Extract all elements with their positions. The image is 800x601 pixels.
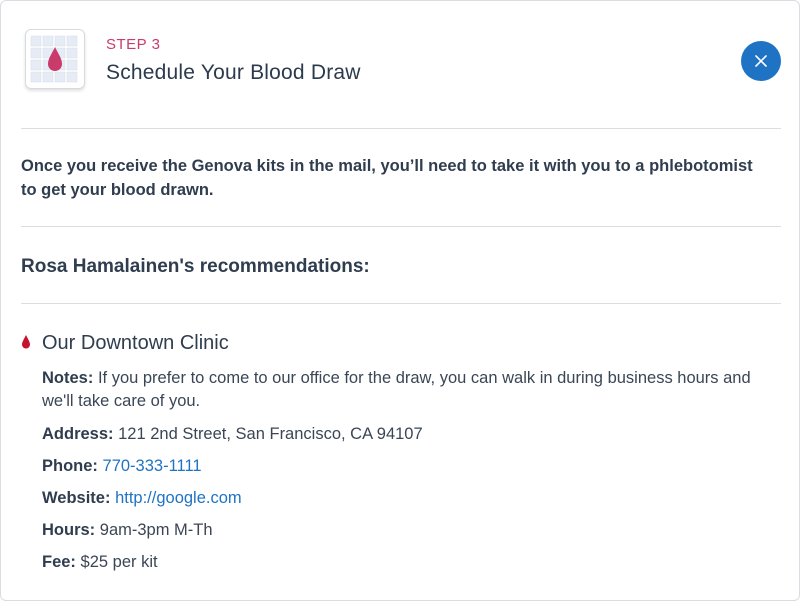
website-link[interactable]: http://google.com xyxy=(115,489,242,507)
fee-value: $25 per kit xyxy=(80,553,158,571)
blood-drop-icon xyxy=(22,335,30,349)
notes-value: If you prefer to come to our office for … xyxy=(42,369,751,410)
notes-label: Notes: xyxy=(42,369,94,387)
clinic-hours: Hours: 9am-3pm M-Th xyxy=(42,519,762,542)
hours-label: Hours: xyxy=(42,521,96,539)
clinic-name: Our Downtown Clinic xyxy=(42,332,229,354)
divider xyxy=(21,226,781,227)
clinic-phone: Phone: 770-333-1111 xyxy=(42,455,762,478)
page-title: Schedule Your Blood Draw xyxy=(106,61,361,84)
calendar-blood-drop-icon xyxy=(25,29,85,89)
clinic-address: Address: 121 2nd Street, San Francisco, … xyxy=(42,423,762,446)
clinic-notes: Notes: If you prefer to come to our offi… xyxy=(42,367,762,413)
fee-label: Fee: xyxy=(42,553,76,571)
website-label: Website: xyxy=(42,489,111,507)
schedule-blood-draw-modal: STEP 3 Schedule Your Blood Draw Once you… xyxy=(0,0,800,601)
step-label: STEP 3 xyxy=(106,36,161,53)
phone-link[interactable]: 770-333-1111 xyxy=(103,457,202,475)
address-label: Address: xyxy=(42,425,114,443)
phone-label: Phone: xyxy=(42,457,98,475)
recommendations-heading: Rosa Hamalainen's recommendations: xyxy=(21,256,370,277)
address-value: 121 2nd Street, San Francisco, CA 94107 xyxy=(118,425,423,443)
clinic-fee: Fee: $25 per kit xyxy=(42,551,762,574)
close-button[interactable] xyxy=(741,41,781,81)
clinic-website: Website: http://google.com xyxy=(42,487,762,510)
divider xyxy=(21,303,781,304)
hours-value: 9am-3pm M-Th xyxy=(99,521,213,539)
divider xyxy=(21,128,781,129)
close-icon xyxy=(755,55,767,67)
intro-text: Once you receive the Genova kits in the … xyxy=(21,157,753,199)
modal-header: STEP 3 Schedule Your Blood Draw xyxy=(1,1,800,129)
